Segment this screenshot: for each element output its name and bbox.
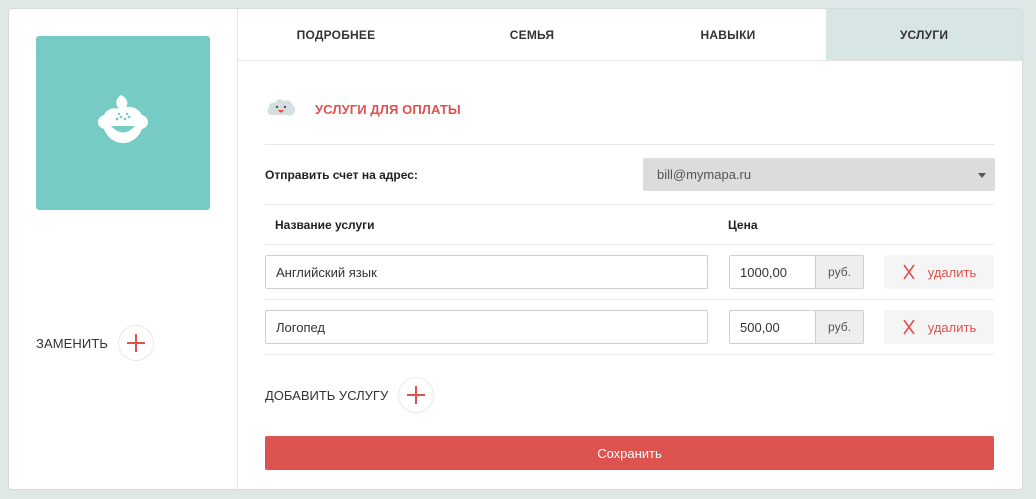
tab-family[interactable]: СЕМЬЯ — [434, 9, 630, 60]
add-service-button[interactable] — [398, 377, 435, 413]
service-name-input[interactable] — [265, 255, 708, 289]
profile-sidebar: ЗАМЕНИТЬ — [9, 9, 238, 489]
replace-avatar[interactable]: ЗАМЕНИТЬ — [36, 325, 155, 361]
replace-avatar-label[interactable]: ЗАМЕНИТЬ — [36, 336, 108, 351]
delete-service-button[interactable]: удалить — [884, 255, 994, 289]
delete-label: удалить — [927, 319, 977, 335]
plus-icon — [407, 386, 426, 404]
delete-label: удалить — [927, 264, 977, 280]
billing-address-row: Отправить счет на адрес: bill@mymapa.ru — [265, 145, 995, 205]
price-input[interactable] — [729, 310, 815, 344]
column-price: Цена — [728, 217, 758, 232]
tab-services[interactable]: УСЛУГИ — [826, 9, 1022, 60]
add-service-label[interactable]: ДОБАВИТЬ УСЛУГУ — [265, 388, 388, 403]
tab-bar: ПОДРОБНЕЕ СЕМЬЯ НАВЫКИ УСЛУГИ — [238, 9, 1022, 61]
profile-card: ЗАМЕНИТЬ ПОДРОБНЕЕ СЕМЬЯ НАВЫКИ УСЛУГИ У… — [8, 8, 1023, 490]
services-table-header: Название услуги Цена — [265, 205, 994, 245]
section-header: УСЛУГИ ДЛЯ ОПЛАТЫ — [265, 61, 994, 145]
service-row: руб. удалить — [265, 245, 994, 300]
billing-address-label: Отправить счет на адрес: — [265, 167, 418, 182]
column-service-name: Название услуги — [275, 217, 375, 232]
section-title: УСЛУГИ ДЛЯ ОПЛАТЫ — [315, 102, 461, 117]
delete-service-button[interactable]: удалить — [884, 310, 994, 344]
price-group: руб. — [729, 255, 864, 289]
save-button[interactable]: Сохранить — [265, 436, 994, 470]
tab-details[interactable]: ПОДРОБНЕЕ — [238, 9, 434, 60]
service-name-input[interactable] — [265, 310, 708, 344]
price-group: руб. — [729, 310, 864, 344]
tab-skills[interactable]: НАВЫКИ — [630, 9, 826, 60]
avatar — [36, 36, 210, 210]
close-icon — [902, 264, 916, 280]
billing-address-value: bill@mymapa.ru — [657, 167, 752, 182]
plus-icon — [127, 334, 146, 352]
billing-address-select[interactable]: bill@mymapa.ru — [643, 158, 995, 191]
add-service-row[interactable]: ДОБАВИТЬ УСЛУГУ — [265, 355, 994, 435]
child-face-icon — [87, 89, 159, 158]
currency-addon: руб. — [815, 310, 864, 344]
cloud-face-icon — [265, 95, 297, 124]
main-panel: ПОДРОБНЕЕ СЕМЬЯ НАВЫКИ УСЛУГИ УСЛУГИ ДЛЯ… — [238, 9, 1022, 489]
services-content: УСЛУГИ ДЛЯ ОПЛАТЫ Отправить счет на адре… — [265, 61, 995, 470]
price-input[interactable] — [729, 255, 815, 289]
close-icon — [902, 319, 916, 335]
caret-down-icon — [978, 173, 986, 178]
currency-addon: руб. — [815, 255, 864, 289]
service-row: руб. удалить — [265, 300, 994, 355]
replace-avatar-button[interactable] — [118, 325, 155, 361]
